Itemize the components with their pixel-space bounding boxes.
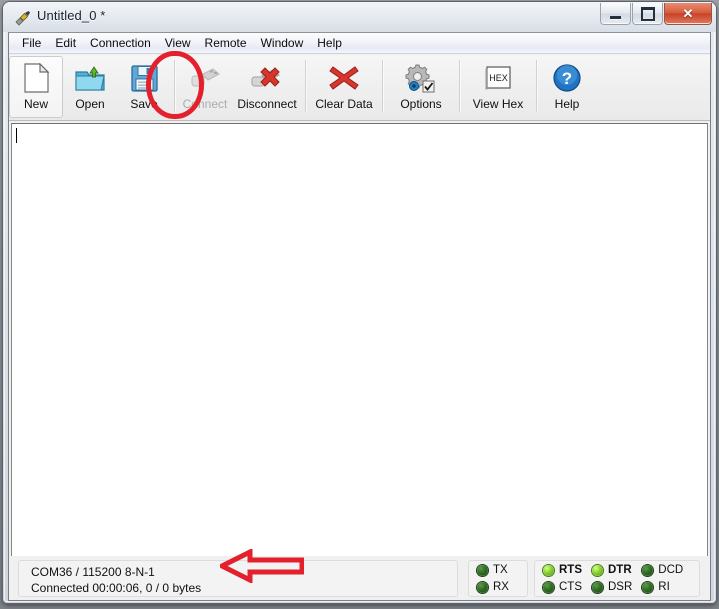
open-folder-icon — [73, 62, 107, 94]
toolbar-button-clear-data[interactable]: Clear Data — [309, 56, 379, 118]
led-label-dsr: DSR — [608, 581, 633, 593]
connection-port-settings: COM36 / 115200 8-N-1 — [31, 565, 155, 579]
connection-status-text: Connected 00:00:06, 0 / 0 bytes — [31, 581, 202, 595]
toolbar-button-disconnect[interactable]: Disconnect — [232, 56, 302, 118]
led-column: RTS CTS — [543, 561, 582, 596]
led-column: DTR DSR — [592, 561, 632, 596]
usb-plug-icon — [188, 62, 222, 94]
svg-text:?: ? — [562, 69, 572, 88]
led-lamp-ri — [642, 581, 654, 593]
led-lamp-dtr — [592, 564, 603, 576]
led-label-tx: TX — [493, 564, 508, 576]
usb-plug-disconnect-icon — [250, 62, 284, 94]
hex-box-icon: HEX — [481, 62, 515, 94]
minimize-icon — [610, 15, 621, 19]
led-lamp-dcd — [642, 564, 654, 576]
menu-item-help[interactable]: Help — [310, 34, 349, 52]
led-indicator-rts: RTS — [543, 562, 582, 579]
led-group-control-lines: RTS CTS DTR DSR DCD RI — [534, 560, 700, 597]
led-lamp-tx — [477, 564, 488, 576]
text-caret — [16, 128, 17, 143]
title-bar[interactable]: Untitled_0 * ✕ — [3, 2, 716, 32]
close-icon: ✕ — [682, 6, 694, 21]
menu-item-window[interactable]: Window — [254, 34, 311, 52]
blue-question-icon: ? — [550, 62, 584, 94]
new-document-icon — [19, 62, 53, 94]
menu-bar: File Edit Connection View Remote Window … — [9, 33, 710, 54]
toolbar-button-view-hex[interactable]: HEX View Hex — [463, 56, 533, 118]
toolbar-label-clear-data: Clear Data — [315, 97, 373, 111]
gears-icon — [404, 62, 438, 94]
application-window: Untitled_0 * ✕ File Edit Connection View… — [3, 2, 716, 603]
plug-icon — [14, 10, 31, 26]
led-label-rts: RTS — [559, 564, 582, 576]
toolbar-label-save: Save — [130, 97, 158, 111]
toolbar-label-options: Options — [400, 97, 442, 111]
led-group-data: TX RX — [468, 560, 528, 597]
window-title: Untitled_0 * — [37, 8, 106, 23]
toolbar-button-open[interactable]: Open — [63, 56, 117, 118]
maximize-icon — [640, 6, 655, 21]
led-label-dtr: DTR — [608, 564, 632, 576]
terminal-output-area[interactable] — [11, 123, 708, 563]
toolbar-separator — [382, 60, 383, 112]
toolbar: New Open Save Connect Disconnect Clear D… — [9, 55, 710, 121]
toolbar-separator — [305, 60, 306, 112]
led-lamp-dsr — [592, 581, 603, 593]
toolbar-button-connect[interactable]: Connect — [178, 56, 232, 118]
toolbar-button-save[interactable]: Save — [117, 56, 171, 118]
toolbar-label-open: Open — [75, 97, 105, 111]
menu-item-connection[interactable]: Connection — [83, 34, 158, 52]
toolbar-button-new[interactable]: New — [9, 56, 63, 118]
connection-info-panel: COM36 / 115200 8-N-1 Connected 00:00:06,… — [18, 560, 458, 597]
led-indicator-ri: RI — [642, 579, 683, 596]
led-column: TX RX — [477, 561, 509, 596]
menu-item-edit[interactable]: Edit — [48, 34, 83, 52]
led-indicator-dcd: DCD — [642, 562, 683, 579]
led-indicator-tx: TX — [477, 562, 509, 579]
led-indicator-rx: RX — [477, 579, 509, 596]
toolbar-separator — [459, 60, 460, 112]
led-lamp-rts — [543, 564, 554, 576]
led-label-rx: RX — [493, 581, 509, 593]
menu-item-view[interactable]: View — [158, 34, 198, 52]
led-lamp-rx — [477, 581, 488, 593]
led-label-dcd: DCD — [658, 564, 684, 576]
led-lamp-cts — [543, 581, 554, 593]
led-label-cts: CTS — [559, 581, 582, 593]
toolbar-label-new: New — [23, 97, 48, 111]
toolbar-label-help: Help — [554, 97, 580, 111]
client-area: File Edit Connection View Remote Window … — [8, 32, 711, 601]
status-bar: COM36 / 115200 8-N-1 Connected 00:00:06,… — [9, 556, 710, 600]
led-indicator-dsr: DSR — [592, 579, 632, 596]
maximize-button[interactable] — [632, 3, 663, 25]
window-controls: ✕ — [599, 3, 712, 25]
red-x-icon — [327, 62, 361, 94]
toolbar-label-disconnect: Disconnect — [237, 97, 297, 111]
led-label-ri: RI — [658, 581, 670, 593]
toolbar-label-connect: Connect — [182, 97, 228, 111]
save-floppy-icon — [127, 62, 161, 94]
led-column: DCD RI — [642, 561, 683, 596]
led-indicator-cts: CTS — [543, 579, 582, 596]
svg-text:HEX: HEX — [489, 73, 508, 83]
toolbar-separator — [536, 60, 537, 112]
minimize-button[interactable] — [600, 3, 631, 25]
toolbar-button-help[interactable]: ? Help — [540, 56, 594, 118]
close-button[interactable]: ✕ — [664, 3, 712, 25]
toolbar-separator — [174, 60, 175, 112]
toolbar-button-options[interactable]: Options — [386, 56, 456, 118]
menu-item-file[interactable]: File — [15, 34, 48, 52]
screenshot-root: Untitled_0 * ✕ File Edit Connection View… — [0, 0, 719, 609]
toolbar-label-view-hex: View Hex — [472, 97, 524, 111]
menu-item-remote[interactable]: Remote — [198, 34, 254, 52]
led-indicator-dtr: DTR — [592, 562, 632, 579]
